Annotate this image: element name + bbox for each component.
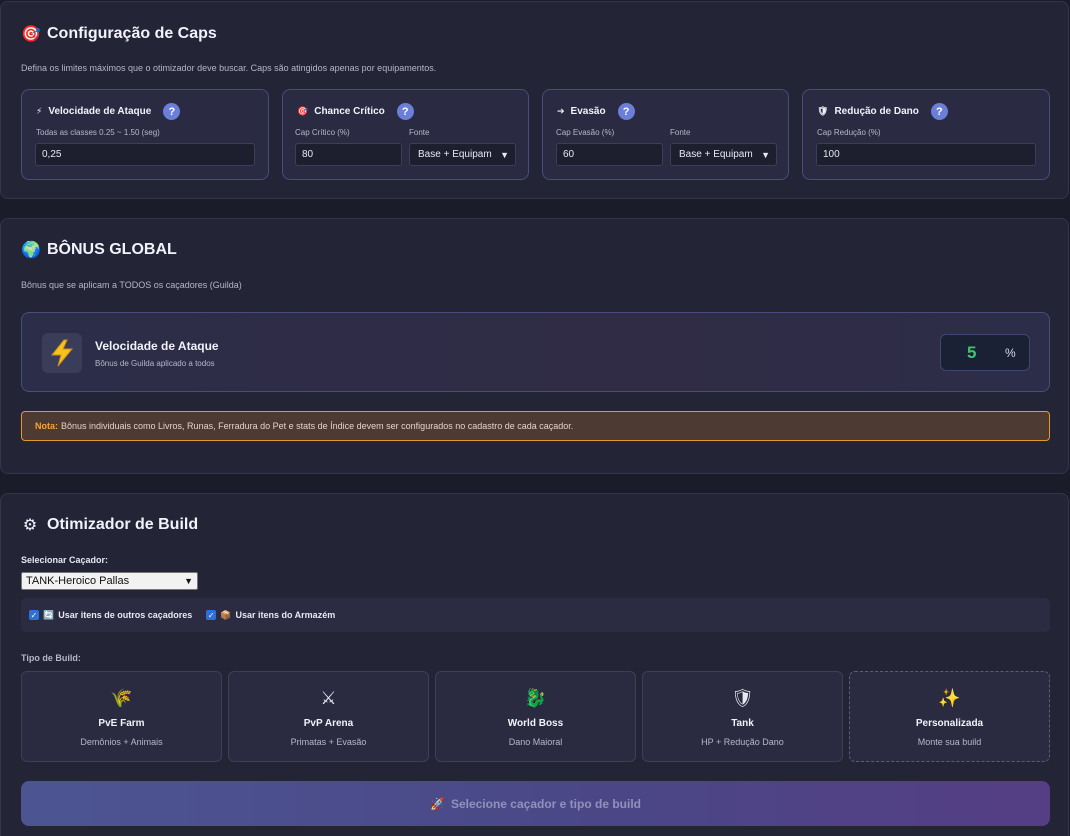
caps-description: Defina os limites máximos que o otimizad… [21,63,437,73]
note-text: Bônus individuais como Livros, Runas, Fe… [61,421,574,431]
evasion-cap-label: Cap Evasão (%) [556,128,615,137]
critical-cap-label: Cap Crítico (%) [295,128,350,137]
dragon-icon: 🐉 [524,688,547,708]
critical-source-label: Fonte [409,128,430,137]
chevron-down-icon: ▼ [184,576,193,586]
shield-icon: 🛡 [817,106,829,116]
chevron-down-icon: ▼ [761,149,770,160]
optimizer-title: ⚙ Otimizador de Build [22,516,199,534]
caps-title: 🎯 Configuração de Caps [21,25,217,43]
item-source-options: ✓ 🔄 Usar itens de outros caçadores ✓ 📦 U… [21,598,1050,632]
help-icon[interactable]: ? [617,103,635,120]
use-other-hunters-items-checkbox[interactable]: ✓ 🔄 Usar itens de outros caçadores [29,610,192,621]
run-optimizer-button[interactable]: 🚀 Selecione caçador e tipo de build [21,781,1050,826]
cap-card-evasion: ➔ Evasão ? Cap Evasão (%) Fonte Base + E… [542,89,789,180]
help-icon[interactable]: ? [396,103,414,120]
note-label: Nota: [35,421,58,431]
bonus-title: 🌍 BÔNUS GLOBAL [21,241,177,259]
build-type-label: Tipo de Build: [21,653,81,663]
cap-card-attack-speed: ⚡ Velocidade de Ataque ? Todas as classe… [21,89,269,180]
hunter-select-label: Selecionar Caçador: [21,555,109,565]
hunter-select[interactable]: TANK-Heroico Pallas ▼ [21,572,198,590]
bonus-section: 🌍 BÔNUS GLOBAL Bônus que se aplicam a TO… [0,218,1069,474]
guild-bonus-card: Velocidade de Ataque Bônus de Guilda apl… [21,312,1050,392]
swap-icon: 🔄 [43,609,55,620]
critical-cap-input[interactable] [295,143,402,166]
chevron-down-icon: ▼ [500,149,509,160]
shield-icon: 🛡 [731,688,754,708]
arrow-icon: ➔ [557,106,565,116]
bonus-card-title: Velocidade de Ataque [95,339,219,353]
cap-card-critical: 🎯 Chance Crítico ? Cap Crítico (%) Fonte… [282,89,529,180]
build-option-world-boss[interactable]: 🐉 World Boss Dano Maioral [435,671,636,762]
build-option-pve-farm[interactable]: 🌾 PvE Farm Demônios + Animais [21,671,222,762]
critical-source-select[interactable]: Base + Equipam ▼ [409,143,516,166]
bonus-card-subtitle: Bônus de Guilda aplicado a todos [95,359,215,368]
evasion-cap-input[interactable] [556,143,663,166]
note-banner: Nota: Bônus individuais como Livros, Run… [21,411,1050,441]
target-icon: 🎯 [297,106,309,116]
evasion-source-select[interactable]: Base + Equipam ▼ [670,143,777,166]
gear-icon: ⚙ [22,517,38,534]
bonus-description: Bônus que se aplicam a TODOS os caçadore… [21,280,242,290]
lightning-icon: ⚡ [36,106,43,116]
globe-icon: 🌍 [21,242,41,259]
target-icon: 🎯 [21,26,41,43]
bonus-unit: % [1005,345,1016,360]
box-icon: 📦 [220,609,232,620]
reduction-cap-label: Cap Redução (%) [817,128,881,137]
build-option-custom[interactable]: ✨ Personalizada Monte sua build [849,671,1050,762]
build-option-pvp-arena[interactable]: ⚔ PvP Arena Primatas + Evasão [228,671,429,762]
bonus-value: 5 [967,342,977,362]
evasion-source-label: Fonte [670,128,691,137]
bonus-value-input[interactable]: 5 % [940,334,1030,371]
build-option-tank[interactable]: 🛡 Tank HP + Redução Dano [642,671,843,762]
attack-speed-label: Todas as classes 0.25 ~ 1.50 (seg) [36,128,160,137]
crossed-swords-icon: ⚔ [320,688,337,708]
cap-card-damage-reduction: 🛡 Redução de Dano ? Cap Redução (%) [802,89,1050,180]
help-icon[interactable]: ? [930,103,948,120]
use-storage-items-checkbox[interactable]: ✓ 📦 Usar itens do Armazém [206,610,335,621]
optimizer-section: ⚙ Otimizador de Build Selecionar Caçador… [0,493,1069,836]
rocket-icon: 🚀 [429,796,445,811]
wheat-icon: 🌾 [110,688,133,708]
attack-speed-input[interactable] [35,143,255,166]
checkmark-icon: ✓ [29,610,39,620]
sparkles-icon: ✨ [938,688,961,708]
lightning-icon [42,333,82,373]
checkmark-icon: ✓ [206,610,217,620]
reduction-cap-input[interactable] [816,143,1036,166]
caps-section: 🎯 Configuração de Caps Defina os limites… [0,1,1069,199]
help-icon[interactable]: ? [163,103,181,120]
